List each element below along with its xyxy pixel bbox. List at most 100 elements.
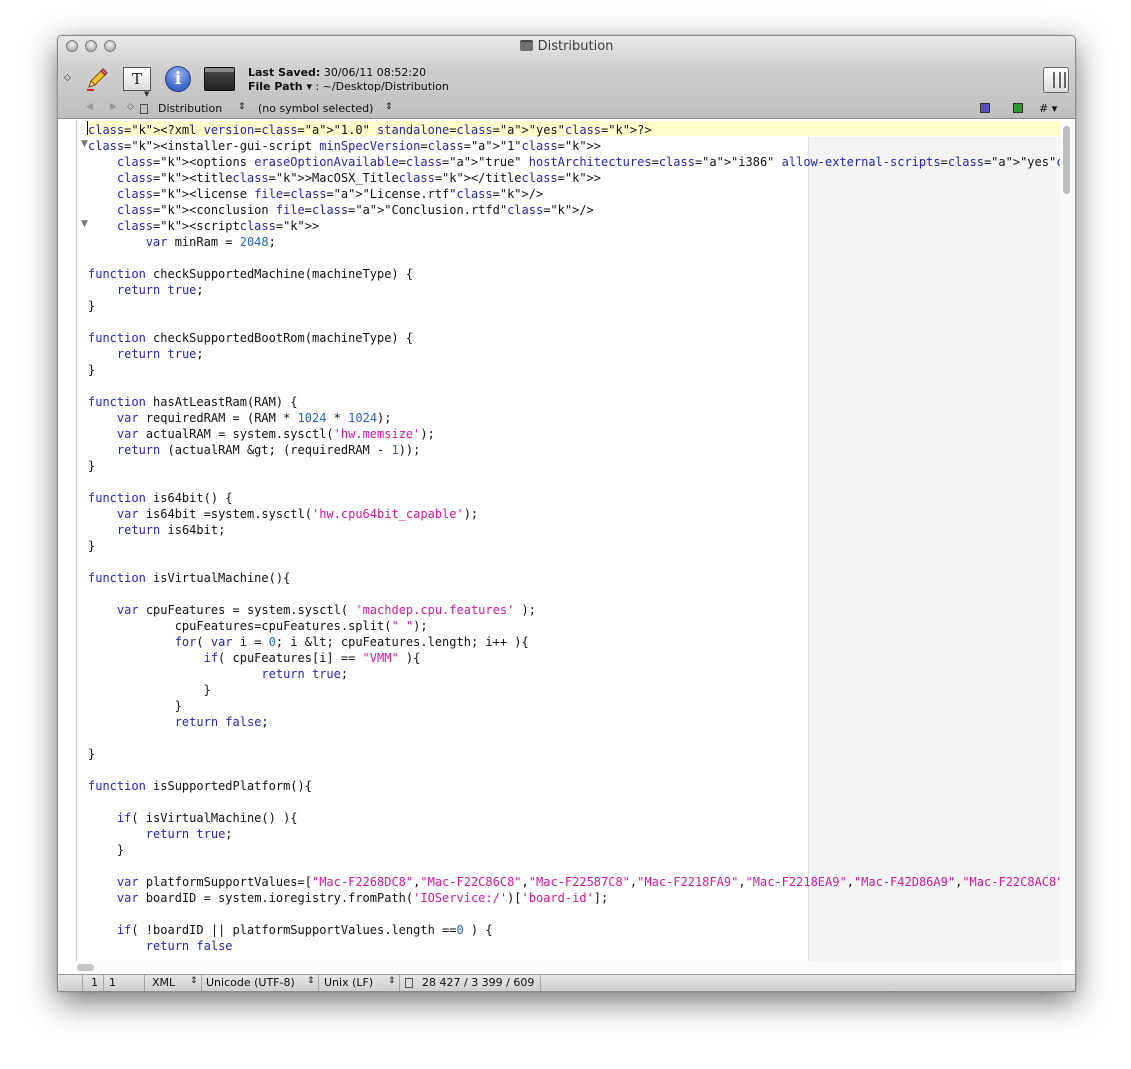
code-line[interactable]: for( var i = 0; i &lt; cpuFeatures.lengt…	[88, 634, 1061, 650]
code-line[interactable]: var cpuFeatures = system.sysctl( 'machde…	[88, 602, 1061, 618]
window-title-text: Distribution	[537, 39, 614, 54]
code-line[interactable]: ​	[88, 554, 1061, 570]
text-format-icon[interactable]: T	[123, 67, 151, 91]
pencil-icon[interactable]	[84, 66, 110, 92]
code-line[interactable]: function checkSupportedBootRom(machineTy…	[88, 330, 1061, 346]
code-line[interactable]: function isVirtualMachine(){	[88, 570, 1061, 586]
code-line[interactable]: ​	[88, 474, 1061, 490]
last-saved-label: Last Saved:	[248, 66, 321, 79]
line-endings-selector[interactable]: Unix (LF)	[324, 976, 373, 989]
code-line[interactable]: var boardID = system.ioregistry.fromPath…	[88, 890, 1061, 906]
nav-diamond-icon: ◇	[127, 102, 134, 112]
code-line[interactable]: }	[88, 458, 1061, 474]
code-line[interactable]: ​	[88, 730, 1061, 746]
code-line[interactable]: ​	[88, 314, 1061, 330]
code-line[interactable]: if( isVirtualMachine() ){	[88, 810, 1061, 826]
code-line[interactable]: ​	[88, 858, 1061, 874]
document-selector-arrows-icon[interactable]: ⇕	[238, 102, 246, 112]
code-line[interactable]: }	[88, 362, 1061, 378]
code-line[interactable]: ​	[88, 794, 1061, 810]
code-line[interactable]: var requiredRAM = (RAM * 1024 * 1024);	[88, 410, 1061, 426]
code-line[interactable]: }	[88, 682, 1061, 698]
document-selector[interactable]: Distribution	[158, 102, 222, 115]
document-icon	[140, 104, 148, 114]
code-line[interactable]: class="k"><installer-gui-script minSpecV…	[88, 138, 1061, 154]
vertical-scroll-thumb[interactable]	[1063, 126, 1070, 194]
code-line[interactable]: return false;	[88, 714, 1061, 730]
toolbar-diamond-icon[interactable]: ◇	[64, 73, 71, 83]
code-line[interactable]: class="k"><scriptclass="k">>	[88, 218, 1061, 234]
code-line[interactable]: }	[88, 298, 1061, 314]
document-stats-icon	[405, 978, 413, 988]
code-line[interactable]: ​	[88, 586, 1061, 602]
code-line[interactable]: function checkSupportedMachine(machineTy…	[88, 266, 1061, 282]
back-arrow-icon[interactable]: ◀	[86, 102, 93, 112]
file-path-label[interactable]: File Path ▾	[248, 80, 312, 93]
fold-arrow-icon[interactable]: ▼	[81, 139, 88, 149]
line-endings-selector-arrows-icon[interactable]: ⇕	[388, 976, 396, 986]
code-line[interactable]: return true;	[88, 666, 1061, 682]
code-line[interactable]: return (actualRAM &gt; (requiredRAM - 1)…	[88, 442, 1061, 458]
document-proxy-icon[interactable]	[519, 40, 533, 51]
text-cursor	[87, 121, 88, 135]
text-format-dropdown-icon[interactable]: ▼	[144, 90, 149, 98]
window-title: Distribution	[58, 39, 1075, 54]
line-number: 1	[91, 976, 98, 989]
code-line[interactable]: var minRam = 2048;	[88, 234, 1061, 250]
file-path-value: : ~/Desktop/Distribution	[311, 80, 449, 93]
code-line[interactable]: ​	[88, 378, 1061, 394]
last-saved-value: 30/06/11 08:52:20	[320, 66, 427, 79]
hash-menu[interactable]: # ▾	[1039, 102, 1057, 115]
code-line[interactable]: class="k"><license file=class="a">"Licen…	[88, 186, 1061, 202]
horizontal-scroll-thumb[interactable]	[77, 964, 94, 971]
forward-arrow-icon[interactable]: ▶	[110, 102, 117, 112]
split-view-icon[interactable]	[1043, 67, 1069, 93]
code-line[interactable]: return true;	[88, 826, 1061, 842]
code-line[interactable]: class="k"><?xml version=class="a">"1.0" …	[88, 122, 1061, 138]
document-info: Last Saved: 30/06/11 08:52:20 File Path …	[248, 66, 449, 94]
symbol-selector[interactable]: (no symbol selected)	[258, 102, 373, 115]
code-line[interactable]: return true;	[88, 282, 1061, 298]
bookmarks-icon[interactable]	[980, 103, 990, 113]
markers-icon[interactable]	[1013, 103, 1023, 113]
title-bar: Distribution ◇ T ▼ i Last Saved: 30/06/1…	[58, 36, 1075, 119]
code-line[interactable]: cpuFeatures=cpuFeatures.split(" ");	[88, 618, 1061, 634]
code-line[interactable]: ​	[88, 250, 1061, 266]
code-line[interactable]: return is64bit;	[88, 522, 1061, 538]
code-editor[interactable]: ▼ ▼ class="k"><?xml version=class="a">"1…	[76, 120, 1061, 961]
code-line[interactable]: }	[88, 746, 1061, 762]
symbol-selector-arrows-icon[interactable]: ⇕	[385, 102, 393, 112]
info-icon[interactable]: i	[165, 66, 191, 92]
code-text[interactable]: class="k"><?xml version=class="a">"1.0" …	[88, 122, 1061, 954]
code-line[interactable]: }	[88, 538, 1061, 554]
editor-window: Distribution ◇ T ▼ i Last Saved: 30/06/1…	[57, 35, 1076, 992]
code-line[interactable]: function is64bit() {	[88, 490, 1061, 506]
code-line[interactable]: }	[88, 698, 1061, 714]
syntax-selector-arrows-icon[interactable]: ⇕	[190, 976, 198, 986]
code-line[interactable]: return false	[88, 938, 1061, 954]
vertical-scrollbar[interactable]	[1060, 122, 1073, 960]
code-line[interactable]: class="k"><titleclass="k">>MacOSX_Titlec…	[88, 170, 1061, 186]
code-line[interactable]: class="k"><options eraseOptionAvailable=…	[88, 154, 1061, 170]
code-line[interactable]: if( cpuFeatures[i] == "VMM" ){	[88, 650, 1061, 666]
encoding-selector-arrows-icon[interactable]: ⇕	[307, 976, 315, 986]
terminal-icon[interactable]	[204, 67, 235, 91]
code-line[interactable]: var platformSupportValues=["Mac-F2268DC8…	[88, 874, 1061, 890]
fold-arrow-icon[interactable]: ▼	[81, 219, 88, 229]
encoding-selector[interactable]: Unicode (UTF-8)	[206, 976, 295, 989]
code-line[interactable]: var is64bit =system.sysctl('hw.cpu64bit_…	[88, 506, 1061, 522]
code-line[interactable]: ​	[88, 906, 1061, 922]
syntax-mode-selector[interactable]: XML	[152, 976, 175, 989]
code-line[interactable]: function hasAtLeastRam(RAM) {	[88, 394, 1061, 410]
code-line[interactable]: var actualRAM = system.sysctl('hw.memsiz…	[88, 426, 1061, 442]
code-line[interactable]: return true;	[88, 346, 1061, 362]
code-line[interactable]: ​	[88, 762, 1061, 778]
status-bar: 1 1 XML ⇕ Unicode (UTF-8) ⇕ Unix (LF) ⇕ …	[58, 974, 1075, 991]
code-line[interactable]: function isSupportedPlatform(){	[88, 778, 1061, 794]
code-line[interactable]: class="k"><conclusion file=class="a">"Co…	[88, 202, 1061, 218]
column-number: 1	[109, 976, 116, 989]
navigation-bar: ◀ ▶ ◇ Distribution ⇕ (no symbol selected…	[58, 101, 1075, 117]
horizontal-scrollbar[interactable]	[76, 961, 1062, 975]
code-line[interactable]: }	[88, 842, 1061, 858]
code-line[interactable]: if( !boardID || platformSupportValues.le…	[88, 922, 1061, 938]
